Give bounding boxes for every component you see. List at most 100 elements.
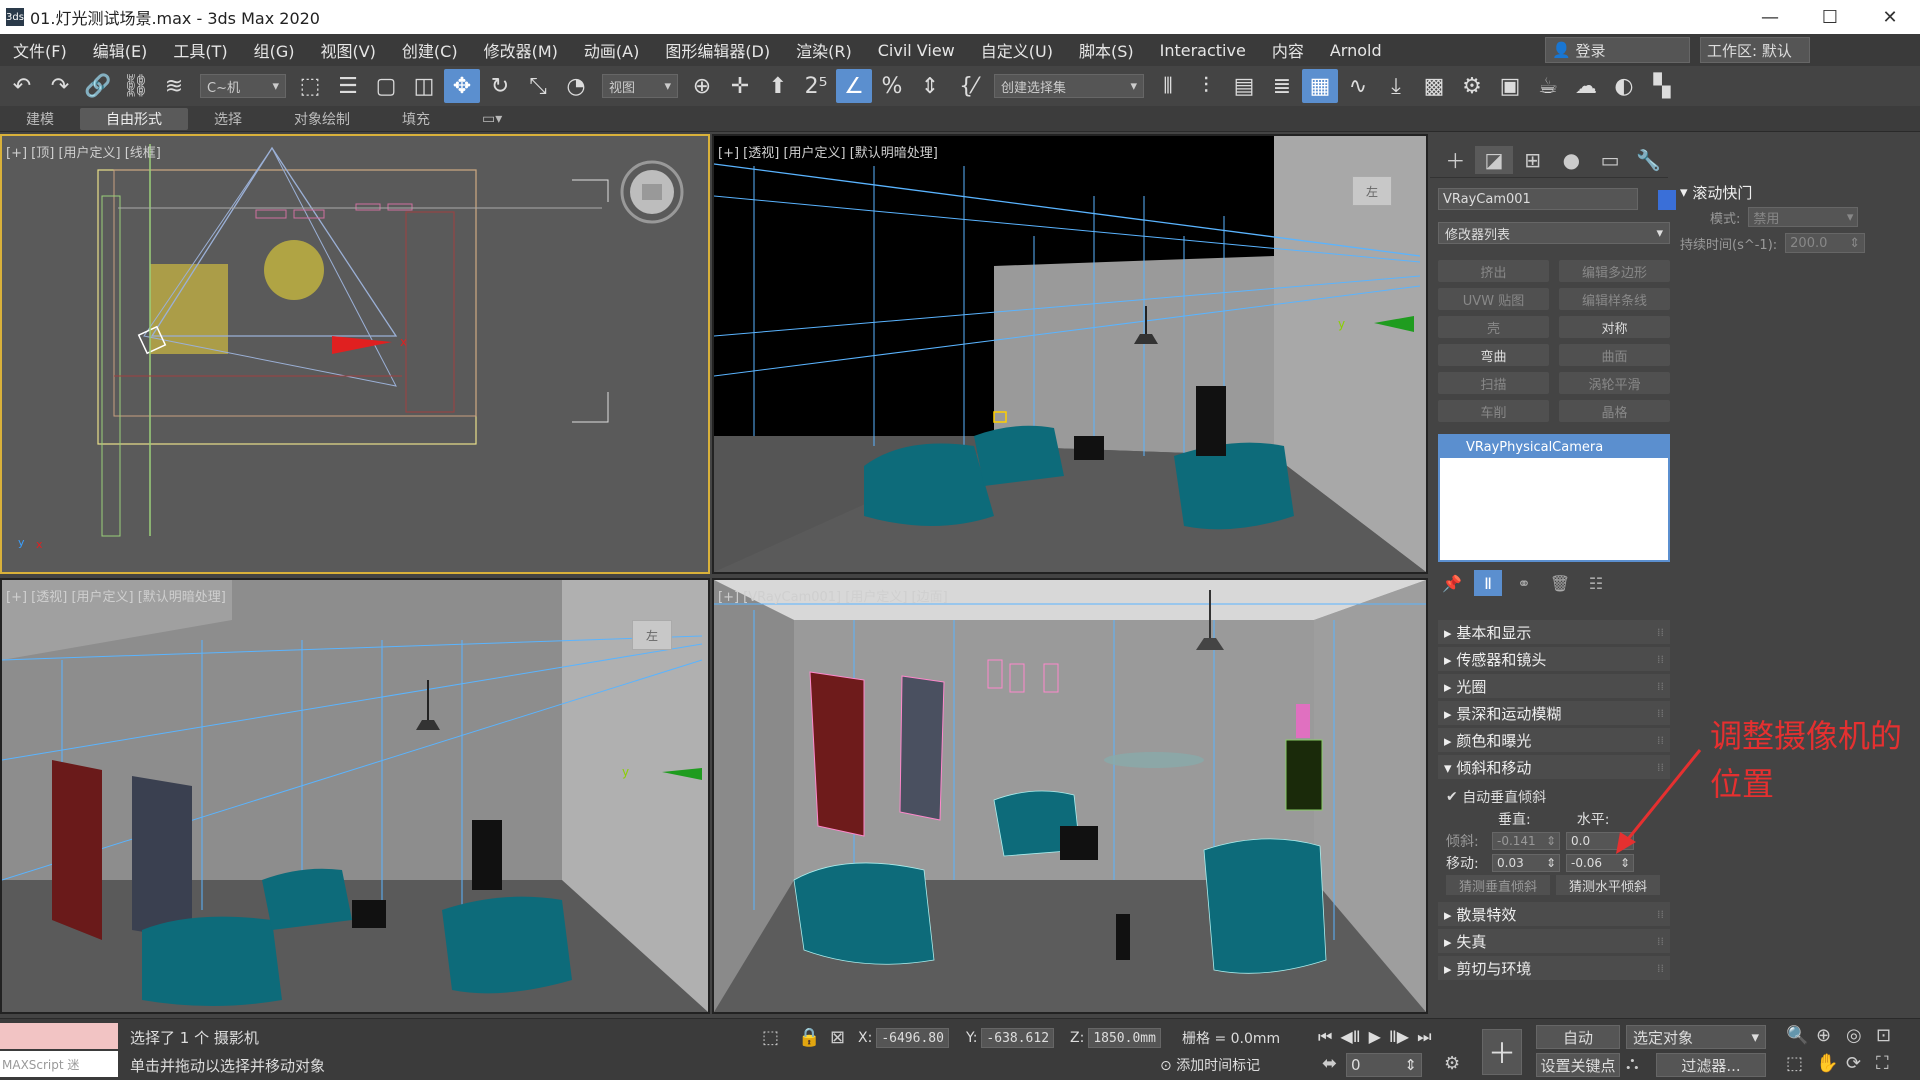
modifier-button[interactable]: 壳 <box>1438 316 1549 338</box>
goto-start-icon[interactable]: ⏮ <box>1318 1027 1332 1047</box>
menu-file[interactable]: 文件(F) <box>0 38 80 62</box>
guess-vertical-button[interactable]: 猜测垂直倾斜 <box>1446 875 1550 895</box>
link-icon[interactable]: 🔗 <box>80 69 116 103</box>
set-key-button[interactable]: 设置关键点 <box>1536 1053 1620 1077</box>
prev-frame-icon[interactable]: ◀Ⅱ <box>1340 1027 1360 1047</box>
select-rotate-icon[interactable]: ↻ <box>482 69 518 103</box>
bind-spacewarp-icon[interactable]: ≋ <box>156 69 192 103</box>
frame-spinner[interactable]: 0 ⇕ <box>1346 1053 1422 1077</box>
set-key-mode-icon[interactable]: ⛬ <box>1626 1053 1639 1074</box>
modifier-button[interactable]: 挤出 <box>1438 260 1549 282</box>
rollout-bokeh[interactable]: ▸ 散景特效 ⁞⁞ <box>1438 902 1670 926</box>
create-tab-icon[interactable]: ＋ <box>1436 146 1475 174</box>
key-filter-selection-dropdown[interactable]: 选定对象 ▾ <box>1626 1025 1766 1049</box>
mirror-icon[interactable]: ⫴ <box>1150 69 1186 103</box>
modify-tab-icon[interactable]: ◪ <box>1474 145 1514 174</box>
zoom-all-icon[interactable]: ⊕ <box>1816 1025 1831 1046</box>
maximize-viewport-icon[interactable]: ⛶ <box>1876 1053 1889 1074</box>
menu-tools[interactable]: 工具(T) <box>160 38 240 62</box>
viewport-top[interactable]: [+] [顶] [用户定义] [线框] x y x <box>0 134 710 574</box>
mode-dropdown[interactable]: 禁用 ▾ <box>1748 207 1859 227</box>
layer-explorer-icon[interactable]: ≣ <box>1264 69 1300 103</box>
x-field[interactable]: -6496.80 <box>876 1028 949 1048</box>
close-button[interactable]: ✕ <box>1860 0 1920 34</box>
login-dropdown[interactable]: 👤 登录 <box>1545 37 1690 63</box>
display-tab-icon[interactable]: ▭ <box>1591 146 1630 174</box>
menu-content[interactable]: 内容 <box>1259 38 1317 62</box>
edit-named-sets-icon[interactable]: {⁄ <box>950 69 986 103</box>
select-scale-icon[interactable]: ⤡ <box>520 69 556 103</box>
pivot-center-icon[interactable]: ⊕ <box>684 69 720 103</box>
object-name-field[interactable]: VRayCam001 <box>1438 188 1638 210</box>
menu-customize[interactable]: 自定义(U) <box>968 38 1066 62</box>
spinner-snap-icon[interactable]: ⇕ <box>912 69 948 103</box>
rollout-clipping-environment[interactable]: ▸ 剪切与环境 ⁞⁞ <box>1438 956 1670 980</box>
modifier-list-dropdown[interactable]: 修改器列表 ▾ <box>1438 222 1670 244</box>
field-of-view-icon[interactable]: ⬚ <box>1786 1053 1803 1074</box>
menu-animation[interactable]: 动画(A) <box>571 38 652 62</box>
guess-horizontal-button[interactable]: 猜测水平倾斜 <box>1556 875 1660 895</box>
maxscript-listener[interactable] <box>0 1023 118 1049</box>
show-end-result-icon[interactable]: Ⅱ <box>1474 570 1502 596</box>
viewcube[interactable]: 左 <box>1352 176 1392 206</box>
rollout-dof-motion-blur[interactable]: ▸ 景深和运动模糊 ⁞⁞ <box>1438 701 1670 725</box>
undo-icon[interactable]: ↶ <box>4 69 40 103</box>
zoom-extents-all-icon[interactable]: ⊡ <box>1876 1025 1891 1046</box>
select-move-icon[interactable]: ✥ <box>444 69 480 103</box>
menu-modifiers[interactable]: 修改器(M) <box>471 38 571 62</box>
viewcube-2[interactable]: 左 <box>632 620 672 650</box>
zoom-extents-icon[interactable]: ◎ <box>1846 1025 1862 1046</box>
rollout-distortion[interactable]: ▸ 失真 ⁞⁞ <box>1438 929 1670 953</box>
percent-snap-icon[interactable]: % <box>874 69 910 103</box>
add-time-tag[interactable]: ⊙ 添加时间标记 <box>1160 1055 1260 1075</box>
auto-key-button[interactable]: 自动 <box>1536 1025 1620 1049</box>
menu-rendering[interactable]: 渲染(R) <box>783 38 865 62</box>
menu-edit[interactable]: 编辑(E) <box>80 38 161 62</box>
menu-interactive[interactable]: Interactive <box>1147 41 1259 60</box>
rendered-frame-icon[interactable]: ▣ <box>1492 69 1528 103</box>
play-icon[interactable]: ▶ <box>1369 1027 1381 1047</box>
viewport-camera[interactable]: [+] [VRayCam001] [用户定义] [边面] <box>712 578 1428 1014</box>
menu-civil-view[interactable]: Civil View <box>865 41 968 60</box>
z-field[interactable]: 1850.0mm <box>1088 1028 1161 1048</box>
snaps-toggle-icon[interactable]: 2⁵ <box>798 69 834 103</box>
lock-icon[interactable]: 🔒 <box>798 1027 820 1048</box>
rollout-sensor-lens[interactable]: ▸ 传感器和镜头 ⁞⁞ <box>1438 647 1670 671</box>
render-setup-icon[interactable]: ⚙ <box>1454 69 1490 103</box>
tab-freeform[interactable]: 自由形式 <box>80 107 188 130</box>
menu-graph-editors[interactable]: 图形编辑器(D) <box>652 38 783 62</box>
selection-filter-dropdown[interactable]: C~机 ▾ <box>200 74 286 98</box>
modifier-button[interactable]: 曲面 <box>1559 344 1670 366</box>
modifier-button[interactable]: 对称 <box>1559 316 1670 338</box>
add-keyframe-icon[interactable]: ＋ <box>1482 1029 1522 1075</box>
tab-modeling[interactable]: 建模 <box>0 108 80 130</box>
configure-sets-icon[interactable]: ☷ <box>1582 570 1610 596</box>
window-crossing-icon[interactable]: ◫ <box>406 69 442 103</box>
maxscript-mini[interactable]: MAXScript 迷 <box>0 1051 118 1077</box>
keyboard-shortcut-icon[interactable]: ⬆ <box>760 69 796 103</box>
hierarchy-tab-icon[interactable]: ⊞ <box>1513 146 1552 174</box>
align-icon[interactable]: ⫶ <box>1188 69 1224 103</box>
select-manipulate-icon[interactable]: ✛ <box>722 69 758 103</box>
ribbon-options-icon[interactable]: ▭▾ <box>456 108 528 130</box>
auto-tilt-checkbox[interactable]: ✔ <box>1446 789 1458 805</box>
pin-stack-icon[interactable]: 📌 <box>1438 570 1466 596</box>
viewport-perspective[interactable]: [+] [透视] [用户定义] [默认明暗处理] 左 y <box>712 134 1428 574</box>
schematic-view-icon[interactable]: ⤓ <box>1378 69 1414 103</box>
y-field[interactable]: -638.612 <box>981 1028 1055 1048</box>
tab-selection[interactable]: 选择 <box>188 108 268 130</box>
menu-views[interactable]: 视图(V) <box>307 38 388 62</box>
menu-create[interactable]: 创建(C) <box>389 38 471 62</box>
scene-explorer-icon[interactable]: ▤ <box>1226 69 1262 103</box>
tilt-vertical-spinner[interactable]: -0.141 ⇕ <box>1492 832 1560 850</box>
remove-modifier-icon[interactable]: 🗑 <box>1546 570 1574 596</box>
tab-object-paint[interactable]: 对象绘制 <box>268 108 376 130</box>
modifier-button[interactable]: 编辑样条线 <box>1559 288 1670 310</box>
utilities-tab-icon[interactable]: 🔧 <box>1629 146 1668 174</box>
key-mode-icon[interactable]: ⬌ <box>1322 1053 1337 1074</box>
minimize-button[interactable]: — <box>1740 0 1800 34</box>
rollout-aperture[interactable]: ▸ 光圈 ⁞⁞ <box>1438 674 1670 698</box>
isolate-icon[interactable]: ⬚ <box>762 1027 779 1048</box>
material-editor-icon[interactable]: ▩ <box>1416 69 1452 103</box>
redo-icon[interactable]: ↷ <box>42 69 78 103</box>
